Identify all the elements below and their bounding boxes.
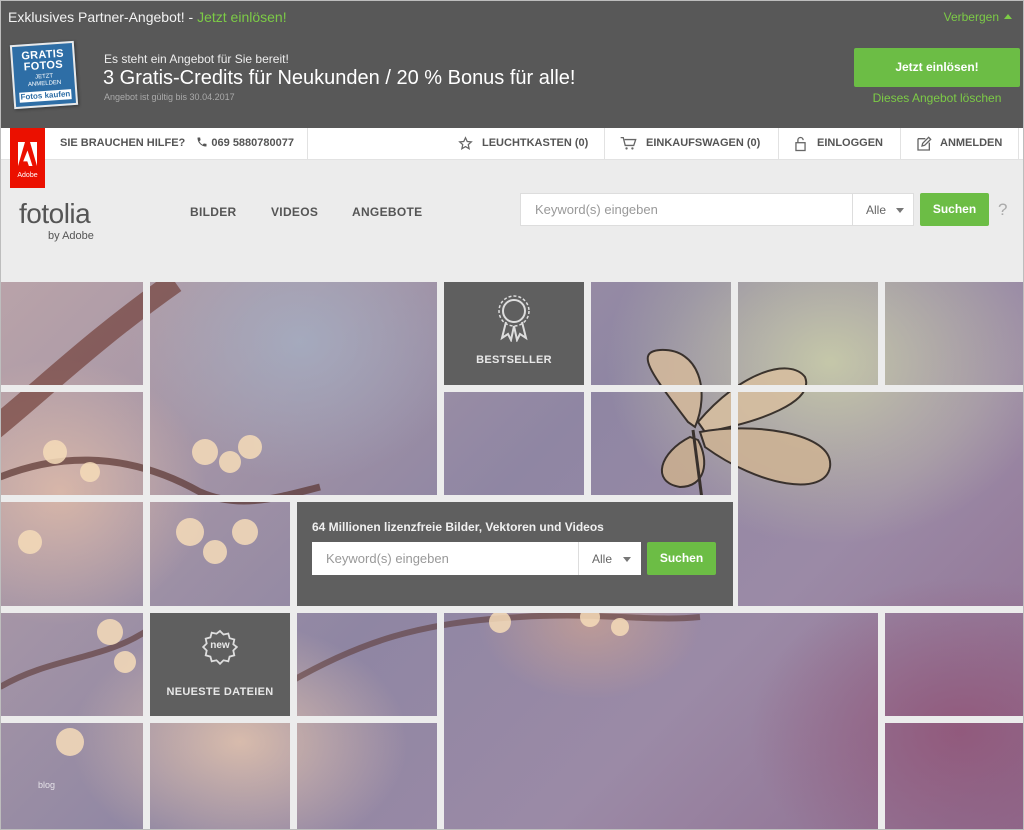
grid-line (0, 716, 437, 723)
grid-line (143, 282, 150, 830)
adobe-logo[interactable]: Adobe (10, 128, 45, 188)
header-filter-select[interactable]: Alle (852, 194, 914, 225)
promo-banner: Exklusives Partner-Angebot! - Jetzt einl… (0, 0, 1024, 128)
promo-top-text: Exklusives Partner-Angebot! - Jetzt einl… (8, 9, 287, 25)
hero-filter-value: Alle (592, 551, 613, 566)
promo-top-link[interactable]: Jetzt einlösen! (197, 9, 287, 25)
grid-line (444, 385, 584, 392)
grid-line (437, 282, 444, 502)
edit-icon (917, 136, 932, 151)
fotolia-logo[interactable]: fotolia (19, 198, 91, 230)
divider (778, 128, 779, 159)
header-search-input[interactable] (521, 194, 851, 225)
cart-label: EINKAUFSWAGEN (0) (646, 137, 761, 149)
bestseller-tile[interactable]: BESTSELLER (444, 282, 584, 385)
hide-promo-label: Verbergen (943, 10, 999, 24)
new-badge-icon: new (202, 629, 238, 665)
header-search-button[interactable]: Suchen (920, 193, 989, 226)
divider (307, 128, 308, 159)
newest-files-label: NEUESTE DATEIEN (166, 686, 274, 698)
divider (1018, 128, 1019, 159)
promo-top-label: Exklusives Partner-Angebot! - (8, 9, 194, 25)
grid-line (290, 502, 297, 830)
chevron-down-icon (623, 556, 631, 562)
adobe-icon (18, 142, 37, 166)
hero-search-title: 64 Millionen lizenzfreie Bilder, Vektore… (312, 520, 604, 534)
phone-icon (197, 137, 207, 147)
divider (604, 128, 605, 159)
delete-offer-link[interactable]: Dieses Angebot löschen (854, 91, 1020, 105)
adobe-label: Adobe (17, 172, 38, 179)
site-header: fotolia by Adobe BILDER VIDEOS ANGEBOTE … (0, 160, 1024, 282)
hero-mosaic: BESTSELLER new NEUESTE DATEIEN 64 Millio… (0, 282, 1024, 830)
grid-line (0, 385, 143, 392)
star-icon (458, 136, 473, 150)
hero-search-button[interactable]: Suchen (647, 542, 716, 575)
login-label: EINLOGGEN (817, 137, 884, 149)
help-label: SIE BRAUCHEN HILFE? (60, 137, 186, 149)
hero-search-box: Alle (312, 542, 641, 575)
nav-angebote[interactable]: ANGEBOTE (352, 205, 422, 219)
help-icon[interactable]: ? (998, 200, 1007, 220)
logo-subtitle: by Adobe (48, 230, 94, 242)
hero-filter-select[interactable]: Alle (578, 542, 641, 575)
hero-search-panel: 64 Millionen lizenzfreie Bilder, Vektore… (297, 502, 733, 606)
badge-line5: Fotos kaufen (19, 89, 72, 103)
help-info: SIE BRAUCHEN HILFE? 069 5880780077 (60, 128, 294, 159)
grid-line (591, 385, 1024, 392)
lightbox-link[interactable]: LEUCHTKASTEN (0) (458, 128, 598, 159)
grid-line (885, 716, 1024, 723)
grid-line (878, 606, 885, 830)
grid-line (0, 495, 731, 502)
header-search-box: Alle (520, 193, 914, 226)
promo-subtitle: Es steht ein Angebot für Sie bereit! (104, 52, 289, 66)
grid-line (878, 282, 885, 392)
grid-line (437, 606, 444, 830)
grid-line (584, 282, 591, 502)
grid-line (0, 606, 1024, 613)
lock-icon (795, 136, 806, 152)
promo-validity: Angebot ist gültig bis 30.04.2017 (104, 92, 235, 102)
ribbon-icon (498, 295, 530, 342)
hero-search-input[interactable] (312, 542, 578, 575)
bestseller-label: BESTSELLER (476, 354, 552, 366)
caret-up-icon (1004, 14, 1012, 19)
login-link[interactable]: EINLOGGEN (794, 128, 894, 159)
utility-bar: SIE BRAUCHEN HILFE? 069 5880780077 LEUCH… (0, 128, 1024, 160)
nav-bilder[interactable]: BILDER (190, 205, 236, 219)
lightbox-label: LEUCHTKASTEN (0) (482, 137, 589, 149)
gratis-fotos-badge: GRATIS FOTOS JETZT ANMELDEN Fotos kaufen (9, 40, 79, 110)
register-label: ANMELDEN (940, 137, 1003, 149)
promo-headline: 3 Gratis-Credits für Neukunden / 20 % Bo… (103, 67, 576, 89)
chevron-down-icon (896, 207, 904, 213)
phone-label: 069 5880780077 (211, 137, 294, 149)
redeem-offer-button[interactable]: Jetzt einlösen! (854, 48, 1020, 87)
new-badge-text: new (210, 640, 230, 651)
header-filter-value: Alle (866, 202, 887, 217)
cart-link[interactable]: EINKAUFSWAGEN (0) (620, 128, 770, 159)
watermark-text: blog (38, 780, 56, 790)
phone-number[interactable]: 069 5880780077 (196, 137, 294, 149)
divider (900, 128, 901, 159)
cart-icon (620, 136, 637, 150)
register-link[interactable]: ANMELDEN (916, 128, 1016, 159)
newest-files-tile[interactable]: new NEUESTE DATEIEN (150, 613, 290, 716)
nav-videos[interactable]: VIDEOS (271, 205, 318, 219)
hide-promo-button[interactable]: Verbergen (944, 10, 1012, 24)
